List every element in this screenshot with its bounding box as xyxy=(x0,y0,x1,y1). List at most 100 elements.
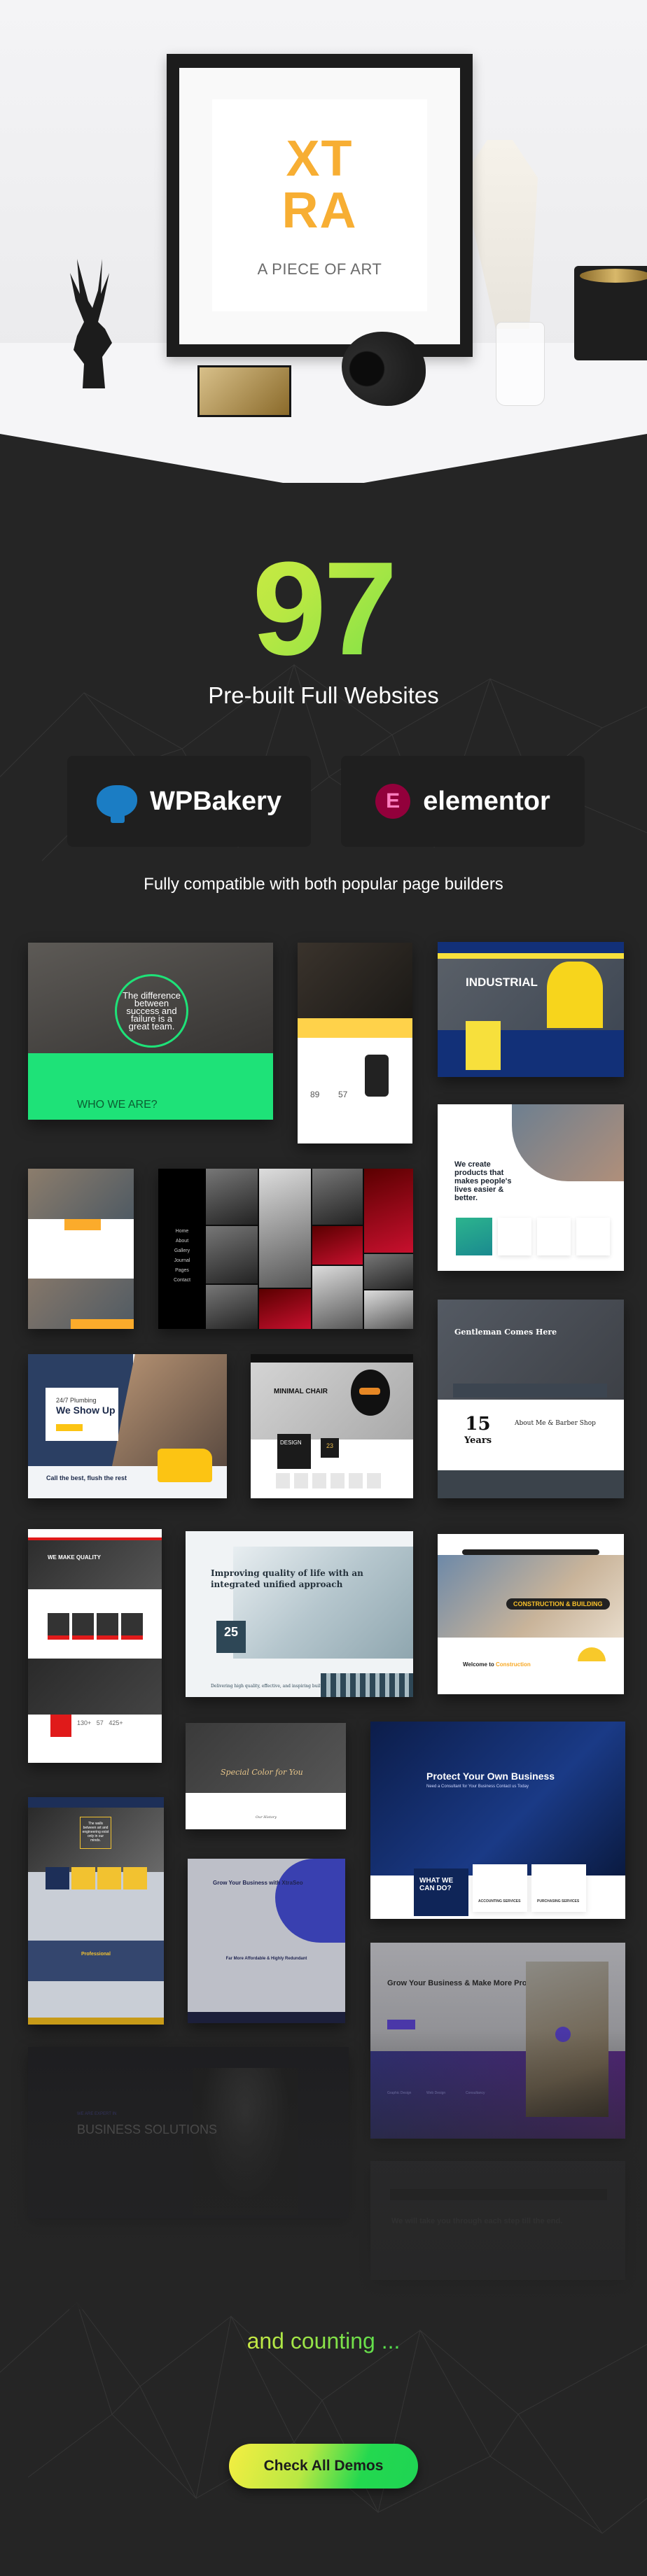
elementor-name: elementor xyxy=(423,786,550,816)
nav-bar xyxy=(462,1549,599,1555)
demo-thumb-engineering[interactable]: The walls between art and engineering ex… xyxy=(28,1797,164,2025)
stat: 89 xyxy=(310,1090,320,1099)
side-menu-item: Journal xyxy=(174,1258,190,1263)
section-text: WHO WE ARE? xyxy=(77,1099,158,1111)
candle-holder-decor xyxy=(574,266,647,360)
demo-thumb-app[interactable]: 89 57 xyxy=(298,943,412,1143)
side-menu-item: Home xyxy=(175,1229,189,1234)
demo-thumb-beauty[interactable]: Special Color for You Our History xyxy=(186,1723,346,1829)
demo-thumb-marketing[interactable]: Grow Your Business & Make More Profit Gr… xyxy=(370,1943,625,2139)
demo-thumb-business[interactable]: We create products that makes people's l… xyxy=(438,1104,624,1271)
phone-mockup xyxy=(365,1055,389,1097)
gallery-tile xyxy=(364,1254,413,1289)
hero-text: We create products that makes people's l… xyxy=(454,1160,512,1202)
gallery-tile xyxy=(206,1285,258,1329)
story-label: Our History xyxy=(256,1815,277,1820)
elementor-badge: E elementor xyxy=(341,756,585,847)
demo-thumb-architecture[interactable]: Improving quality of life with an integr… xyxy=(186,1531,413,1697)
play-icon xyxy=(555,2027,571,2042)
service-card xyxy=(576,1218,610,1255)
design-badge: DESIGN xyxy=(277,1434,311,1469)
welcome-heading: Welcome to Construction xyxy=(463,1661,531,1668)
wpbakery-badge: WPBakery xyxy=(67,756,311,847)
nav-bar xyxy=(251,1354,413,1363)
orange-bar xyxy=(71,1319,134,1329)
category-tile xyxy=(367,1473,381,1488)
nav-bar xyxy=(438,953,624,959)
hero-text: Improving quality of life with an integr… xyxy=(211,1568,363,1589)
demo-count-subtitle: Pre-built Full Websites xyxy=(208,682,439,708)
hero-text: The walls between art and engineering ex… xyxy=(80,1817,111,1849)
category-tile xyxy=(312,1473,326,1488)
years-badge: 23 xyxy=(321,1438,339,1458)
demo-thumb-manufacturing[interactable]: WE MAKE QUALITY 130+ 57 425+ xyxy=(28,1529,162,1763)
demo-thumb-consulting[interactable]: Protect Your Own Business Need a Consult… xyxy=(370,1722,625,1919)
side-menu: Home About Gallery Journal Pages Contact xyxy=(158,1169,206,1329)
yellow-band xyxy=(298,1018,412,1038)
gallery-footer xyxy=(438,1470,624,1498)
hero-text: Grow Your Business & Make More Profit xyxy=(387,1979,534,1987)
team-photo xyxy=(512,1104,624,1181)
hero-section: XT RA A PIECE OF ART xyxy=(0,0,647,483)
footer-text: Call the best, flush the rest xyxy=(46,1474,127,1481)
hero-text: BUSINESS SOLUTIONS xyxy=(77,2123,218,2137)
demo-thumb-finance[interactable] xyxy=(28,1169,134,1329)
demo-thumb-barber[interactable]: Gentleman Comes Here 15 Years About Me & … xyxy=(438,1300,624,1498)
side-menu-item: Pages xyxy=(175,1268,189,1273)
deer-figurine-icon xyxy=(70,259,112,388)
orange-box xyxy=(64,1219,101,1230)
hero-photo xyxy=(370,1722,625,1875)
consulting-section xyxy=(28,1659,162,1715)
gallery-tile xyxy=(259,1289,311,1329)
cta-container: Check All Demos xyxy=(0,2444,647,2489)
demo-thumb-plumbing[interactable]: 24/7 Plumbing We Show Up Call the best, … xyxy=(28,1354,227,1498)
hero-text: INDUSTRIAL xyxy=(466,976,538,989)
yellow-box xyxy=(466,1021,501,1070)
service-card xyxy=(498,1218,531,1255)
hard-hat-image xyxy=(578,1647,606,1661)
artwork-logo-line-2: RA xyxy=(281,182,358,239)
glass-box-decor xyxy=(197,365,291,417)
nav-bar xyxy=(390,2189,607,2200)
service-boxes xyxy=(48,1613,143,1640)
worker-photo xyxy=(547,962,603,1028)
side-menu-item: About xyxy=(175,1239,189,1244)
service-card: ACCOUNTING SERVICES xyxy=(473,1864,527,1912)
demo-count: 97 xyxy=(0,542,647,675)
artwork: XT RA A PIECE OF ART xyxy=(212,99,427,311)
hero-text: We Show Up xyxy=(56,1405,116,1416)
hero-area: WE MAKE QUALITY xyxy=(28,1540,162,1589)
gallery-tile xyxy=(206,1226,258,1283)
demo-thumb-fashion-photography[interactable]: Home About Gallery Journal Pages Contact xyxy=(158,1169,413,1329)
demo-thumb-industrial[interactable]: INDUSTRIAL xyxy=(438,942,624,1077)
service-label: Web Design xyxy=(426,2091,446,2095)
van-image xyxy=(158,1449,212,1482)
stats: 130+ 57 425+ xyxy=(77,1719,123,1726)
demo-thumb-furniture-shop[interactable]: MINIMAL CHAIR DESIGN 23 xyxy=(251,1354,413,1498)
service-label: Graphic Design xyxy=(387,2091,412,2095)
side-menu-item: Gallery xyxy=(174,1248,190,1253)
what-we-do-box: WHAT WE CAN DO? xyxy=(414,1868,468,1916)
years-number: 15 xyxy=(465,1414,491,1435)
demo-thumb-construction[interactable]: CONSTRUCTION & BUILDING Welcome to Const… xyxy=(438,1528,624,1694)
demo-thumb-investment[interactable]: We will take you through each step till … xyxy=(370,2161,625,2280)
building-photo xyxy=(233,1547,413,1659)
hero-text: We will take you through each step till … xyxy=(391,2217,563,2225)
demo-thumb-business-world[interactable]: WE ARE EXPERT IN BUSINESS SOLUTIONS xyxy=(28,2047,349,2218)
compatibility-caption: Fully compatible with both popular page … xyxy=(144,875,503,894)
hero-text: MINIMAL CHAIR xyxy=(274,1388,328,1395)
footer-bar xyxy=(28,2018,164,2025)
section-text: Far More Affordable & Highly Redundant xyxy=(225,1957,307,1961)
quote-text: Delivering high quality, effective, and … xyxy=(211,1684,338,1689)
eyebrow: WE ARE EXPERT IN xyxy=(77,2112,117,2116)
artwork-tagline: A PIECE OF ART xyxy=(257,260,382,278)
hero-photo xyxy=(28,1169,134,1219)
hero-text: Grow Your Business with XtraSeo xyxy=(213,1880,303,1886)
illustration xyxy=(275,1859,345,1943)
cta-button xyxy=(56,1424,83,1431)
hero-area xyxy=(298,943,412,1018)
demo-thumb-agency[interactable]: The difference between success and failu… xyxy=(28,943,273,1120)
check-all-demos-button[interactable]: Check All Demos xyxy=(229,2444,418,2489)
category-tile xyxy=(276,1473,290,1488)
demo-thumb-seo[interactable]: Grow Your Business with XtraSeo Far More… xyxy=(188,1859,345,2023)
